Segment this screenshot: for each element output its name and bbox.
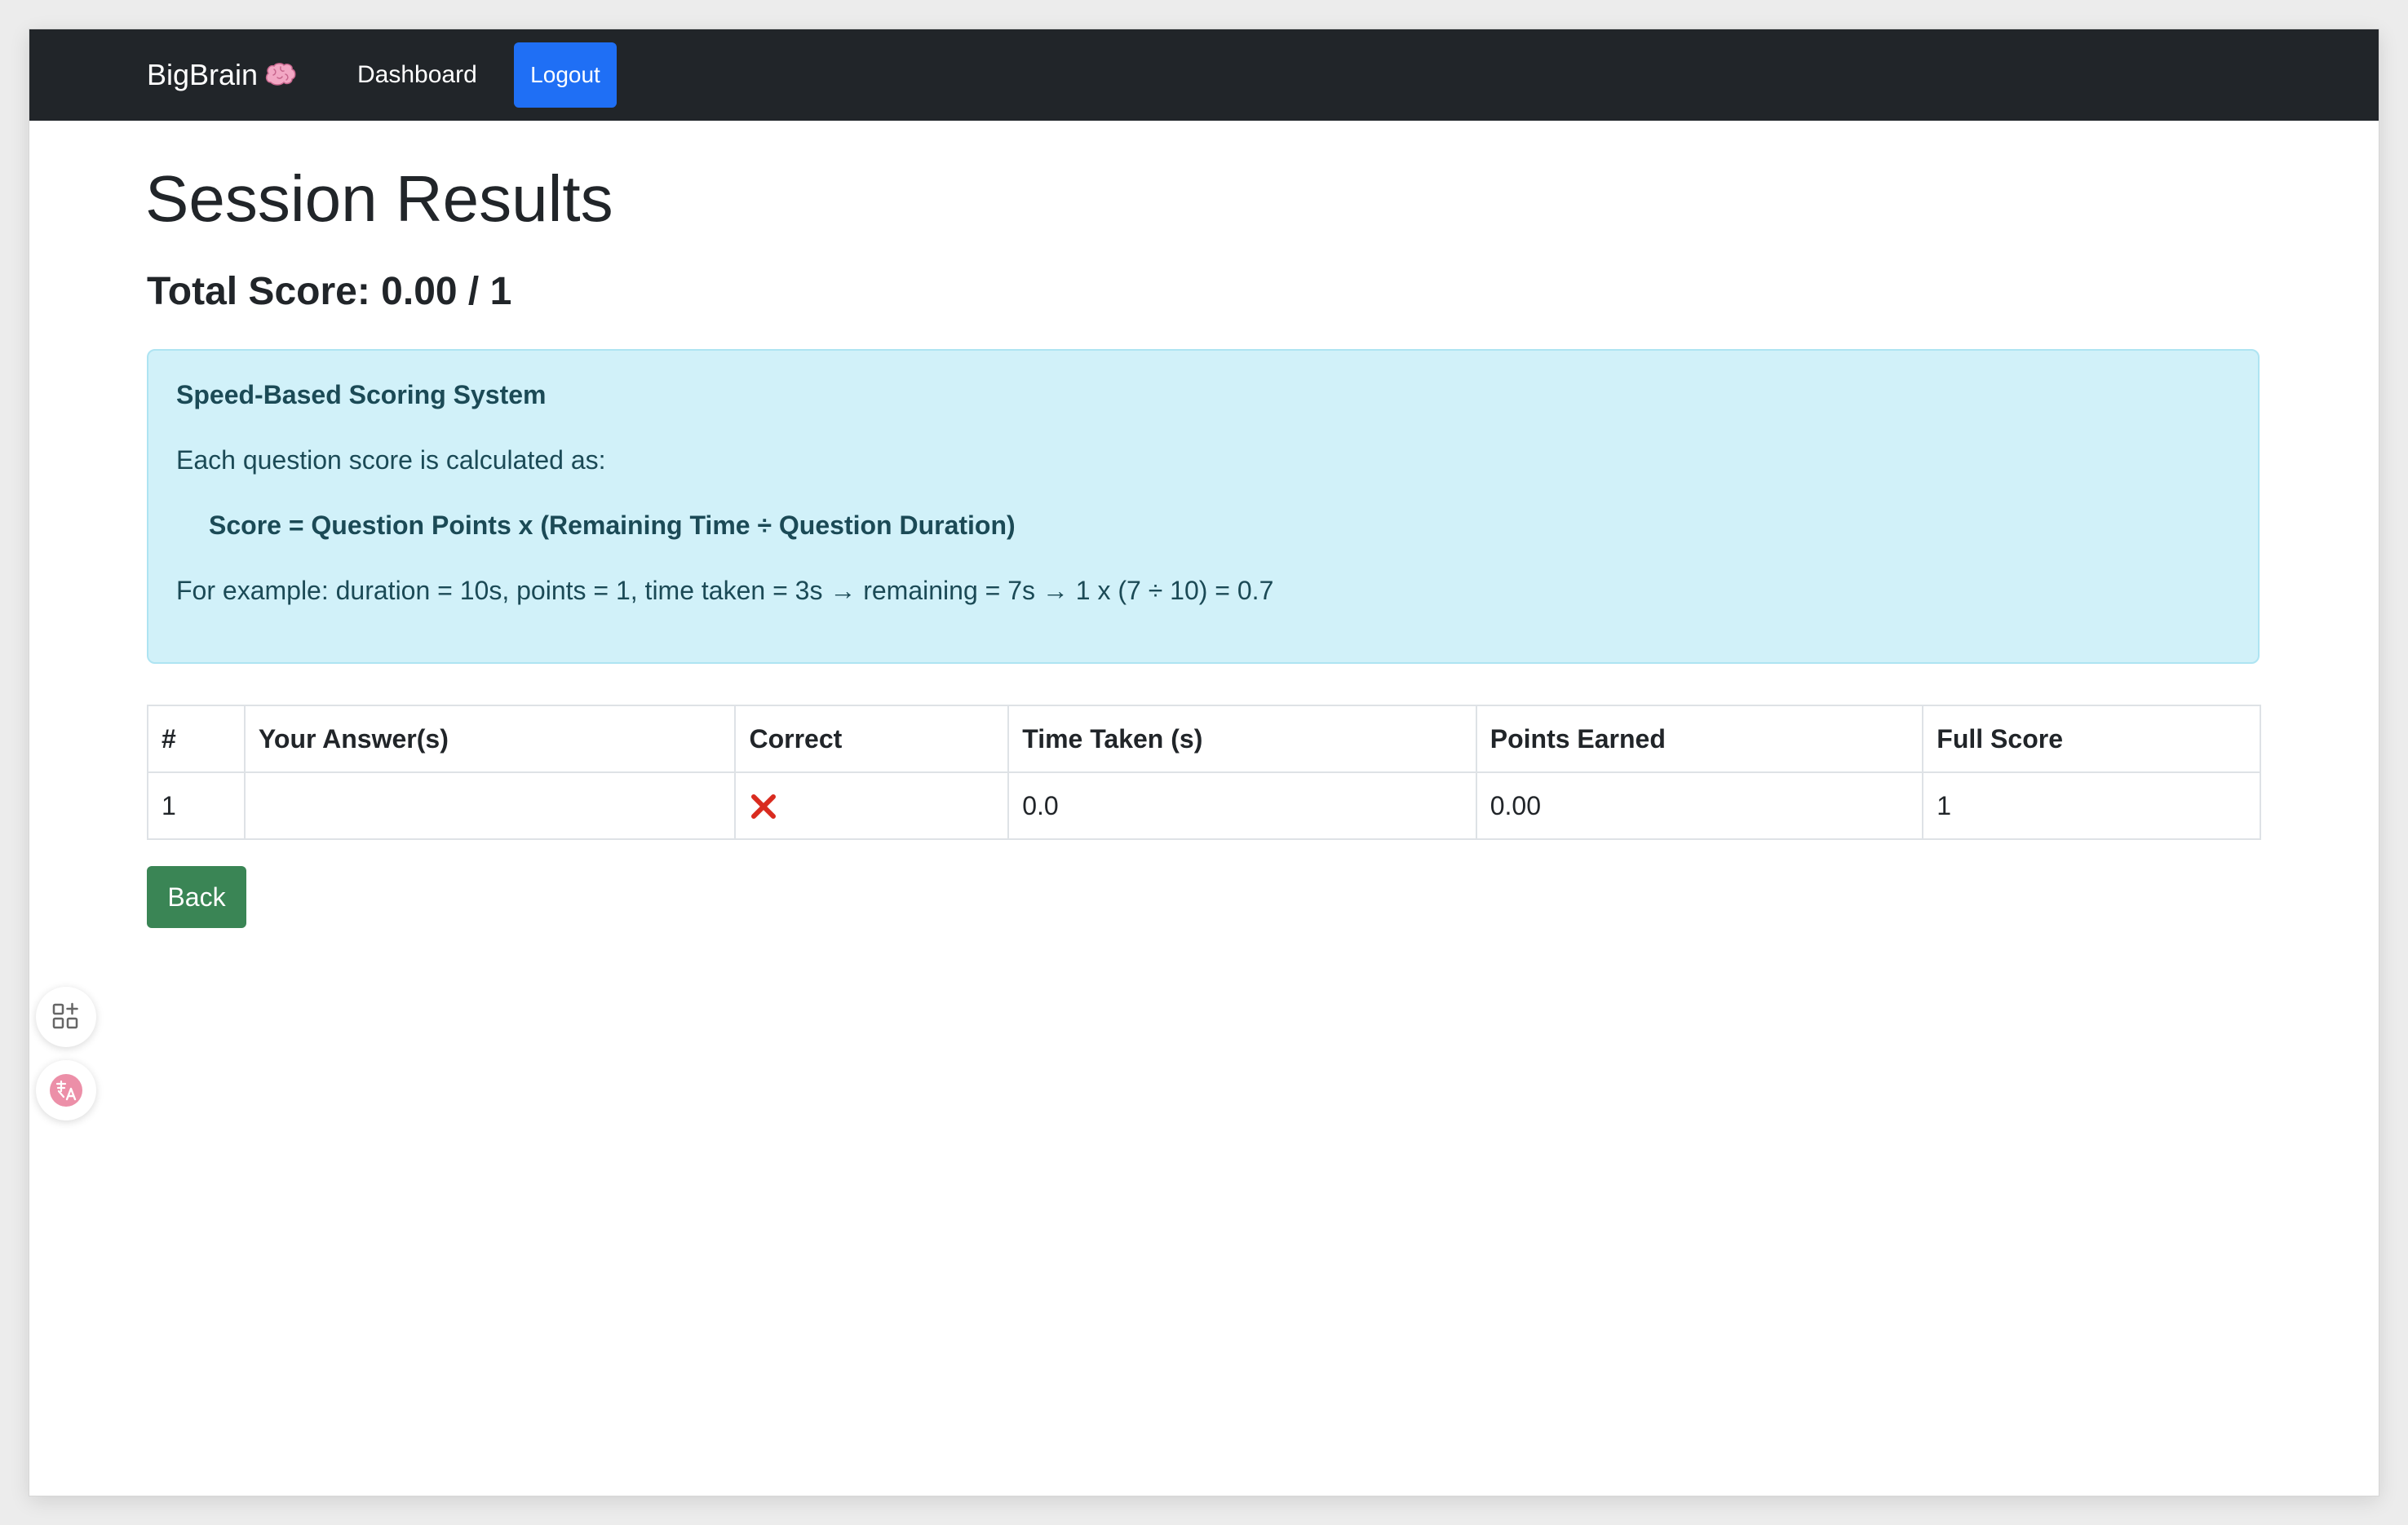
apps-plus-icon bbox=[52, 1002, 78, 1029]
translate-icon bbox=[50, 1074, 82, 1107]
table-row: 1 0.0 0.00 1 bbox=[147, 771, 2261, 840]
back-button[interactable]: Back bbox=[147, 866, 246, 928]
browser-viewport: BigBrain Dashboard Logout Session Result… bbox=[29, 29, 2379, 1496]
table-header-row: # Your Answer(s) Correct Time Taken (s) … bbox=[147, 705, 2261, 773]
cell-index: 1 bbox=[147, 771, 246, 840]
column-header-correct: Correct bbox=[734, 705, 1010, 773]
page-title: Session Results bbox=[145, 162, 613, 235]
cross-mark-icon bbox=[751, 794, 777, 820]
apps-plus-button[interactable] bbox=[36, 987, 96, 1047]
nav-link-dashboard[interactable]: Dashboard bbox=[357, 29, 477, 121]
translate-button[interactable] bbox=[36, 1060, 96, 1121]
column-header-answers: Your Answer(s) bbox=[243, 705, 737, 773]
column-header-index: # bbox=[147, 705, 246, 773]
info-description: Each question score is calculated as: bbox=[176, 445, 606, 475]
column-header-full-score: Full Score bbox=[1922, 705, 2261, 773]
cell-time-taken: 0.0 bbox=[1007, 771, 1477, 840]
cell-correct bbox=[734, 771, 1010, 840]
info-formula: Score = Question Points x (Remaining Tim… bbox=[209, 511, 1016, 540]
info-example: For example: duration = 10s, points = 1,… bbox=[176, 576, 1274, 605]
navbar: BigBrain Dashboard Logout bbox=[29, 29, 2379, 121]
logout-button[interactable]: Logout bbox=[514, 42, 617, 108]
info-title: Speed-Based Scoring System bbox=[176, 380, 547, 409]
brand-link[interactable]: BigBrain bbox=[147, 29, 297, 121]
brain-icon bbox=[265, 63, 296, 86]
brand-name: BigBrain bbox=[147, 58, 259, 91]
results-table: # Your Answer(s) Correct Time Taken (s) … bbox=[147, 705, 2261, 840]
column-header-time-taken: Time Taken (s) bbox=[1007, 705, 1477, 773]
column-header-points-earned: Points Earned bbox=[1475, 705, 1924, 773]
cell-full-score: 1 bbox=[1922, 771, 2261, 840]
cell-answers bbox=[243, 771, 737, 840]
cell-points-earned: 0.00 bbox=[1475, 771, 1924, 840]
scoring-info-alert: Speed-Based Scoring System Each question… bbox=[147, 349, 2260, 664]
total-score: Total Score: 0.00 / 1 bbox=[147, 270, 512, 313]
